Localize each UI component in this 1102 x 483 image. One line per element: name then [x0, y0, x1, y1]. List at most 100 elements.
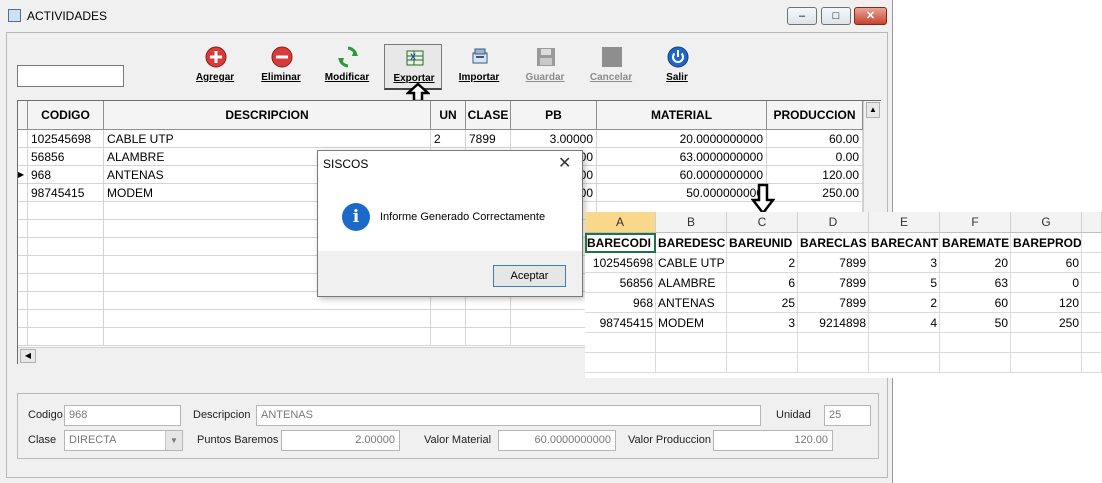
excel-cell[interactable]: 968 [585, 293, 656, 313]
excel-cell[interactable]: 2 [727, 253, 798, 273]
row-selector[interactable] [18, 274, 28, 292]
grid-cell[interactable] [28, 274, 104, 292]
excel-cell[interactable]: 25 [727, 293, 798, 313]
excel-cell[interactable]: CABLE UTP [656, 253, 727, 273]
excel-cell[interactable] [1082, 253, 1102, 273]
excel-cell[interactable]: 250 [1011, 313, 1082, 333]
aceptar-button[interactable]: Aceptar [493, 265, 566, 287]
excel-cell[interactable]: 120 [1011, 293, 1082, 313]
excel-column-letter[interactable]: F [940, 212, 1011, 233]
grid-cell[interactable]: 50.000000000 [597, 184, 767, 202]
column-header-codigo[interactable]: CODIGO [28, 101, 104, 130]
excel-cell[interactable] [869, 353, 940, 373]
grid-cell[interactable] [431, 310, 466, 328]
modificar-button[interactable]: Modificar [318, 44, 376, 90]
excel-cell[interactable]: 0 [1011, 273, 1082, 293]
excel-header-cell[interactable]: BAREPROD [1011, 233, 1082, 253]
grid-cell[interactable]: 98745415 [28, 184, 104, 202]
current-row-indicator-icon[interactable]: ▶ [18, 166, 28, 184]
row-selector[interactable] [18, 184, 28, 202]
grid-cell[interactable] [28, 292, 104, 310]
cancelar-button[interactable]: Cancelar [582, 44, 640, 90]
column-header-descripcion[interactable]: DESCRIPCION [104, 101, 431, 130]
excel-cell[interactable] [1082, 273, 1102, 293]
row-selector[interactable] [18, 328, 28, 346]
excel-column-letter[interactable]: B [656, 212, 727, 233]
clase-select[interactable]: DIRECTA ▼ [64, 430, 183, 451]
grid-cell[interactable]: 0.00 [767, 148, 863, 166]
excel-column-letter[interactable]: A [585, 212, 656, 233]
grid-cell[interactable] [28, 328, 104, 346]
grid-cell[interactable]: 63.0000000000 [597, 148, 767, 166]
grid-cell[interactable]: CABLE UTP [104, 130, 431, 148]
excel-cell[interactable]: ANTENAS [656, 293, 727, 313]
excel-column-letter[interactable]: D [798, 212, 869, 233]
column-header-un[interactable]: UN [431, 101, 466, 130]
row-selector[interactable] [18, 130, 28, 148]
excel-cell[interactable]: 4 [869, 313, 940, 333]
row-selector[interactable] [18, 148, 28, 166]
excel-cell[interactable]: 102545698 [585, 253, 656, 273]
excel-cell[interactable] [1082, 313, 1102, 333]
excel-cell[interactable]: 50 [940, 313, 1011, 333]
codigo-field[interactable]: 968 [64, 405, 181, 426]
grid-cell[interactable]: 2 [431, 130, 466, 148]
valor-produccion-field[interactable]: 120.00 [713, 430, 833, 451]
grid-cell[interactable] [466, 310, 511, 328]
excel-cell[interactable]: MODEM [656, 313, 727, 333]
grid-cell[interactable]: 7899 [466, 130, 511, 148]
row-selector[interactable] [18, 220, 28, 238]
scroll-up-icon[interactable]: ▲ [866, 102, 880, 118]
grid-cell[interactable]: 120.00 [767, 166, 863, 184]
excel-cell[interactable] [1011, 353, 1082, 373]
excel-header-cell[interactable]: BAREMATE [940, 233, 1011, 253]
minimize-button[interactable]: – [787, 7, 817, 25]
unidad-field[interactable]: 25 [824, 405, 871, 426]
grid-cell[interactable] [28, 238, 104, 256]
excel-cell[interactable] [940, 353, 1011, 373]
excel-cell[interactable] [656, 333, 727, 353]
excel-cell[interactable]: 20 [940, 253, 1011, 273]
excel-cell[interactable] [727, 353, 798, 373]
agregar-button[interactable]: Agregar [186, 44, 244, 90]
guardar-button[interactable]: Guardar [516, 44, 574, 90]
valor-material-field[interactable]: 60.0000000000 [498, 430, 616, 451]
row-selector[interactable] [18, 256, 28, 274]
column-header-material[interactable]: MATERIAL [597, 101, 767, 130]
excel-cell[interactable] [656, 353, 727, 373]
excel-header-cell[interactable]: BAREUNID [727, 233, 798, 253]
grid-cell[interactable]: 3.00000 [511, 130, 597, 148]
descripcion-field[interactable]: ANTENAS [256, 405, 761, 426]
excel-cell[interactable]: 63 [940, 273, 1011, 293]
excel-cell[interactable] [1082, 333, 1102, 353]
grid-cell[interactable] [431, 328, 466, 346]
grid-cell[interactable]: 20.0000000000 [597, 130, 767, 148]
excel-header-cell[interactable]: BARECANT [869, 233, 940, 253]
grid-cell[interactable] [28, 202, 104, 220]
grid-cell[interactable] [104, 310, 431, 328]
excel-column-letter[interactable]: C [727, 212, 798, 233]
chevron-down-icon[interactable]: ▼ [165, 431, 182, 450]
grid-cell[interactable]: 60.0000000000 [597, 166, 767, 184]
maximize-button[interactable]: □ [821, 7, 851, 25]
excel-cell[interactable]: 60 [940, 293, 1011, 313]
excel-cell[interactable]: 98745415 [585, 313, 656, 333]
excel-header-cell[interactable]: BAREDESC [656, 233, 727, 253]
close-button[interactable]: ✕ [854, 7, 887, 25]
excel-cell[interactable]: 5 [869, 273, 940, 293]
excel-cell[interactable] [1011, 333, 1082, 353]
row-selector[interactable] [18, 292, 28, 310]
excel-cell[interactable]: 3 [869, 253, 940, 273]
excel-cell[interactable] [869, 333, 940, 353]
excel-cell[interactable]: 56856 [585, 273, 656, 293]
excel-cell[interactable] [1082, 353, 1102, 373]
column-header-produccion[interactable]: PRODUCCION [767, 101, 863, 130]
grid-cell[interactable]: 968 [28, 166, 104, 184]
grid-cell[interactable]: 250.00 [767, 184, 863, 202]
column-header-pb[interactable]: PB [511, 101, 597, 130]
column-header-clase[interactable]: CLASE [466, 101, 511, 130]
excel-cell[interactable] [1082, 233, 1102, 253]
grid-cell[interactable] [104, 328, 431, 346]
excel-cell[interactable] [940, 333, 1011, 353]
grid-cell[interactable] [28, 220, 104, 238]
